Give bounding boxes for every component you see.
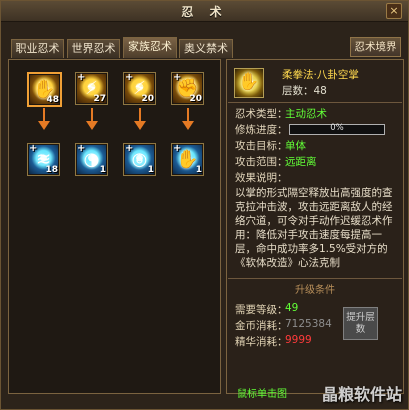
skill-detail-panel: ✋ 柔拳法·八卦空掌 层数：48 忍术类型： 主动忍术 修炼进度： 0% 攻击目… xyxy=(226,59,404,400)
skill-type-label: 忍术类型： xyxy=(235,108,288,120)
skill-count: 18 xyxy=(45,165,58,175)
effect-label: 效果说明： xyxy=(235,172,288,184)
skill-count: 1 xyxy=(195,165,202,175)
skill-wind-icon[interactable]: + ≋ 18 xyxy=(27,143,60,176)
skill-count: 1 xyxy=(147,165,154,175)
divider xyxy=(228,102,402,103)
arrow-down-icon xyxy=(134,108,146,130)
required-level-label: 需要等级： xyxy=(235,304,288,316)
target-value: 单体 xyxy=(285,140,306,152)
target-label: 攻击目标： xyxy=(235,140,288,152)
gold-cost-value: 7125384 xyxy=(285,318,332,330)
window-title: 忍 术 xyxy=(181,5,228,19)
tab-world-skills[interactable]: 世界忍术 xyxy=(67,39,120,58)
palm-icon: ✋ xyxy=(238,72,260,92)
required-level-value: 49 xyxy=(285,302,299,314)
skill-spiral-icon[interactable]: + ◑ 1 xyxy=(75,143,108,176)
skill-tree-panel: ✋ 48 + ⚡ 27 + ⚡ 20 + ✊ 20 + ≋ 18 + ◑ 1 +… xyxy=(8,59,221,394)
arrow-down-icon xyxy=(182,108,194,130)
site-watermark: 晶粮软件站 xyxy=(321,385,402,404)
skill-name: 柔拳法·八卦空掌 xyxy=(282,69,359,81)
skill-palm-blue-icon[interactable]: + ✋ 1 xyxy=(171,143,204,176)
title-bar: 忍 术 × xyxy=(1,1,408,22)
skill-count: 27 xyxy=(93,94,106,104)
upgrade-title: 升级条件 xyxy=(295,285,335,296)
tab-profession-skills[interactable]: 职业忍术 xyxy=(11,39,64,58)
gold-cost-label: 金币消耗： xyxy=(235,320,288,332)
arrow-down-icon xyxy=(38,108,50,130)
progress-text: 0% xyxy=(330,123,344,133)
ninja-skill-window: 忍 术 × 职业忍术 世界忍术 家族忍术 奥义禁术 忍术境界 ✋ 48 + ⚡ … xyxy=(0,0,409,410)
skill-count: 20 xyxy=(141,94,154,104)
range-label: 攻击范围： xyxy=(235,156,288,168)
essence-cost-value: 9999 xyxy=(285,334,312,346)
skill-target-icon[interactable]: + ◎ 1 xyxy=(123,143,156,176)
level-up-button[interactable]: 提升层数 xyxy=(343,307,378,340)
skill-claw-icon[interactable]: + ⚡ 20 xyxy=(123,72,156,105)
range-value: 远距离 xyxy=(285,156,317,168)
skill-realm-button[interactable]: 忍术境界 xyxy=(350,37,401,57)
skill-type-value: 主动忍术 xyxy=(285,108,327,120)
close-button[interactable]: × xyxy=(386,3,402,19)
skill-claw-icon[interactable]: + ⚡ 27 xyxy=(75,72,108,105)
skill-level: 层数：48 xyxy=(282,85,327,97)
skill-count: 1 xyxy=(99,165,106,175)
arrow-down-icon xyxy=(86,108,98,130)
selected-skill-icon: ✋ xyxy=(234,68,264,98)
skill-palm-icon[interactable]: ✋ 48 xyxy=(27,72,62,107)
hint-text: 鼠标单击图 xyxy=(237,389,287,400)
divider xyxy=(228,278,402,279)
progress-label: 修炼进度： xyxy=(235,124,288,136)
essence-cost-label: 精华消耗： xyxy=(235,336,288,348)
tab-family-skills[interactable]: 家族忍术 xyxy=(123,37,177,58)
skill-count: 20 xyxy=(189,94,202,104)
tab-secret-skills[interactable]: 奥义禁术 xyxy=(179,39,233,58)
skill-count: 48 xyxy=(46,95,59,105)
skill-description: 以掌的形式隔空释放出高强度的查克拉冲击波，攻击远距离敌人的经络穴道，可令对手动作… xyxy=(235,187,393,269)
progress-bar: 0% xyxy=(289,123,385,135)
skill-fist-icon[interactable]: + ✊ 20 xyxy=(171,72,204,105)
